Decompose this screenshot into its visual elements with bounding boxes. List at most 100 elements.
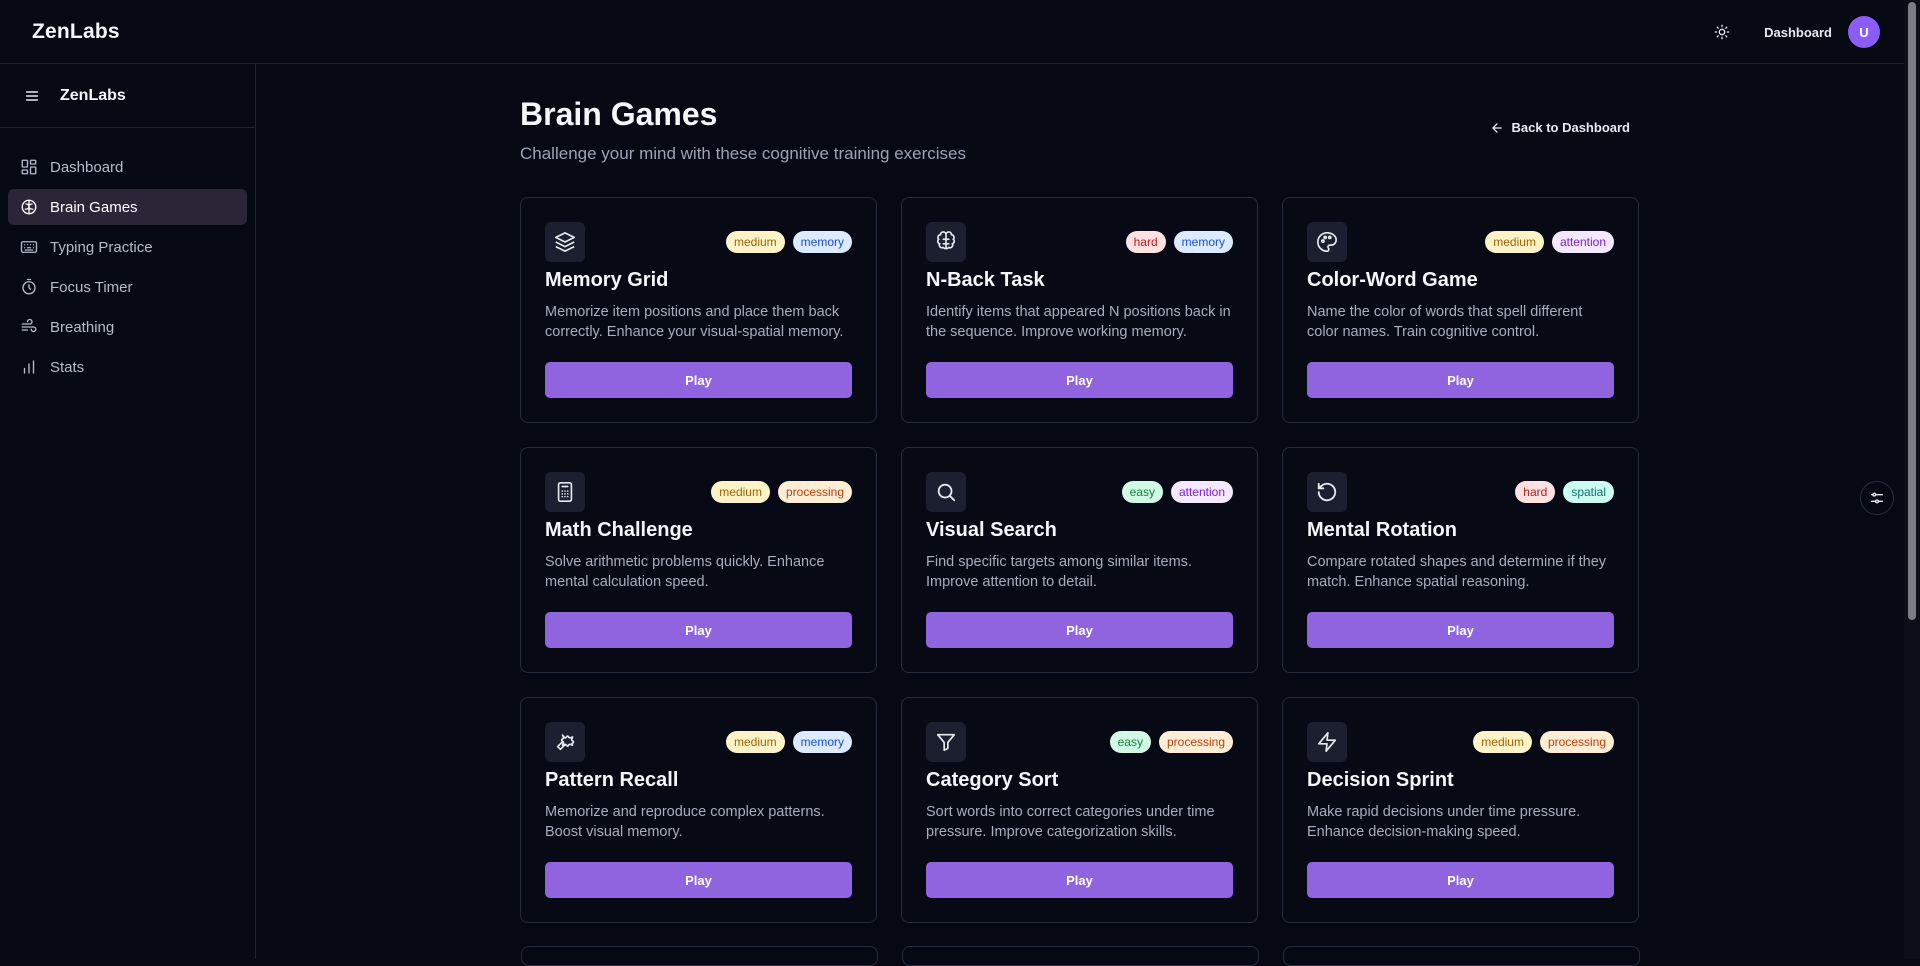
timer-icon xyxy=(22,278,36,295)
game-icon-box xyxy=(545,222,585,262)
user-avatar[interactable]: U xyxy=(1848,16,1880,48)
game-card-n-back-task: hard memory N-Back Task Identify items t… xyxy=(901,197,1258,423)
category-badge: processing xyxy=(1158,731,1233,753)
game-icon-box xyxy=(1307,722,1347,762)
scrollbar-thumb[interactable] xyxy=(1908,2,1916,620)
sidebar-item-dashboard[interactable]: Dashboard xyxy=(8,149,247,185)
game-badges: medium attention xyxy=(1477,231,1614,253)
difficulty-badge: medium xyxy=(1485,231,1544,253)
page-subtitle: Challenge your mind with these cognitive… xyxy=(520,144,967,163)
calculator-icon xyxy=(557,482,573,502)
game-title: Pattern Recall xyxy=(545,769,679,791)
palette-icon xyxy=(1317,232,1337,252)
difficulty-badge: hard xyxy=(1515,481,1556,503)
game-badges: hard spatial xyxy=(1507,481,1614,503)
game-icon-box xyxy=(926,222,966,262)
games-grid: medium memory Memory Grid Memorize item … xyxy=(520,197,1642,923)
sidebar-item-brain-games[interactable]: Brain Games xyxy=(8,189,247,225)
game-title: Color-Word Game xyxy=(1307,269,1478,291)
game-card-partial xyxy=(902,946,1259,966)
game-title: N-Back Task xyxy=(926,269,1045,291)
game-card-memory-grid: medium memory Memory Grid Memorize item … xyxy=(520,197,877,423)
game-description: Find specific targets among similar item… xyxy=(926,554,1192,590)
game-title: Visual Search xyxy=(926,519,1057,541)
floating-settings-button[interactable] xyxy=(1860,481,1894,515)
category-badge: processing xyxy=(777,481,852,503)
game-icon-box xyxy=(1307,472,1347,512)
layers-icon xyxy=(555,232,575,252)
brand-logo[interactable]: ZenLabs xyxy=(32,20,120,44)
arrow-left-icon xyxy=(1491,122,1502,133)
menu-icon xyxy=(25,90,39,101)
game-card-partial xyxy=(1283,946,1640,966)
game-card-visual-search: easy attention Visual Search Find specif… xyxy=(901,447,1258,673)
sidebar-item-focus-timer[interactable]: Focus Timer xyxy=(8,269,247,305)
game-description: Compare rotated shapes and determine if … xyxy=(1307,554,1607,590)
back-to-dashboard-button[interactable]: Back to Dashboard xyxy=(1490,120,1630,135)
top-navbar: ZenLabs Dashboard U xyxy=(0,0,1920,64)
game-title: Memory Grid xyxy=(545,269,669,291)
game-icon-box xyxy=(926,472,966,512)
sidebar-item-label: Stats xyxy=(50,358,85,376)
play-button[interactable]: Play xyxy=(926,862,1233,898)
hamburger-menu-button[interactable] xyxy=(24,88,40,104)
sidebar-item-typing-practice[interactable]: Typing Practice xyxy=(8,229,247,265)
game-card-category-sort: easy processing Category Sort Sort words… xyxy=(901,697,1258,923)
game-icon-box xyxy=(926,722,966,762)
game-title: Mental Rotation xyxy=(1307,519,1457,541)
difficulty-badge: medium xyxy=(1473,731,1532,753)
play-button[interactable]: Play xyxy=(545,362,852,398)
sidebar-item-label: Typing Practice xyxy=(50,238,153,256)
brain-icon xyxy=(21,199,37,215)
sidebar-item-label: Brain Games xyxy=(50,198,138,216)
category-badge: memory xyxy=(792,231,852,253)
game-icon-box xyxy=(1307,222,1347,262)
game-badges: easy processing xyxy=(1102,731,1233,753)
game-badges: easy attention xyxy=(1114,481,1233,503)
play-button[interactable]: Play xyxy=(926,612,1233,648)
game-card-math-challenge: medium processing Math Challenge Solve a… xyxy=(520,447,877,673)
game-description: Solve arithmetic problems quickly. Enhan… xyxy=(545,554,825,590)
play-button[interactable]: Play xyxy=(926,362,1233,398)
game-description: Memorize and reproduce complex patterns.… xyxy=(545,804,825,840)
game-badges: medium memory xyxy=(718,231,852,253)
play-button[interactable]: Play xyxy=(545,862,852,898)
game-icon-box xyxy=(545,472,585,512)
top-dashboard-link[interactable]: Dashboard xyxy=(1764,25,1832,40)
play-button[interactable]: Play xyxy=(1307,862,1614,898)
rotate-icon xyxy=(1317,482,1337,502)
puzzle-icon xyxy=(556,734,575,751)
difficulty-badge: medium xyxy=(725,731,785,753)
game-icon-box xyxy=(545,722,585,762)
sidebar-item-breathing[interactable]: Breathing xyxy=(8,309,247,345)
sidebar-header: ZenLabs xyxy=(0,64,255,128)
difficulty-badge: hard xyxy=(1125,231,1166,253)
category-badge: spatial xyxy=(1563,481,1614,503)
game-card-mental-rotation: hard spatial Mental Rotation Compare rot… xyxy=(1282,447,1639,673)
play-button[interactable]: Play xyxy=(1307,362,1614,398)
page-title: Brain Games xyxy=(520,96,718,132)
play-button[interactable]: Play xyxy=(1307,612,1614,648)
game-badges: hard memory xyxy=(1118,231,1233,253)
category-badge: processing xyxy=(1539,731,1614,753)
category-badge: attention xyxy=(1551,231,1614,253)
game-card-pattern-recall: medium memory Pattern Recall Memorize an… xyxy=(520,697,877,923)
sidebar-item-stats[interactable]: Stats xyxy=(8,349,247,385)
sun-icon xyxy=(1714,24,1730,40)
game-badges: medium memory xyxy=(718,731,852,753)
sidebar: ZenLabs Dashboard Brain Games Typing Pra… xyxy=(0,64,256,959)
game-description: Sort words into correct categories under… xyxy=(926,804,1215,840)
sidebar-brand: ZenLabs xyxy=(60,86,126,104)
game-card-decision-sprint: medium processing Decision Sprint Make r… xyxy=(1282,697,1639,923)
game-title: Decision Sprint xyxy=(1307,769,1454,791)
category-badge: memory xyxy=(792,731,852,753)
vertical-scrollbar[interactable] xyxy=(1904,0,1920,959)
game-title: Math Challenge xyxy=(545,519,693,541)
game-badges: medium processing xyxy=(1465,731,1614,753)
sidebar-nav: Dashboard Brain Games Typing Practice Fo… xyxy=(0,128,255,385)
wind-icon xyxy=(21,318,37,333)
theme-toggle-button[interactable] xyxy=(1705,15,1739,49)
play-button[interactable]: Play xyxy=(545,612,852,648)
game-description: Identify items that appeared N positions… xyxy=(926,304,1231,340)
game-title: Category Sort xyxy=(926,769,1059,791)
